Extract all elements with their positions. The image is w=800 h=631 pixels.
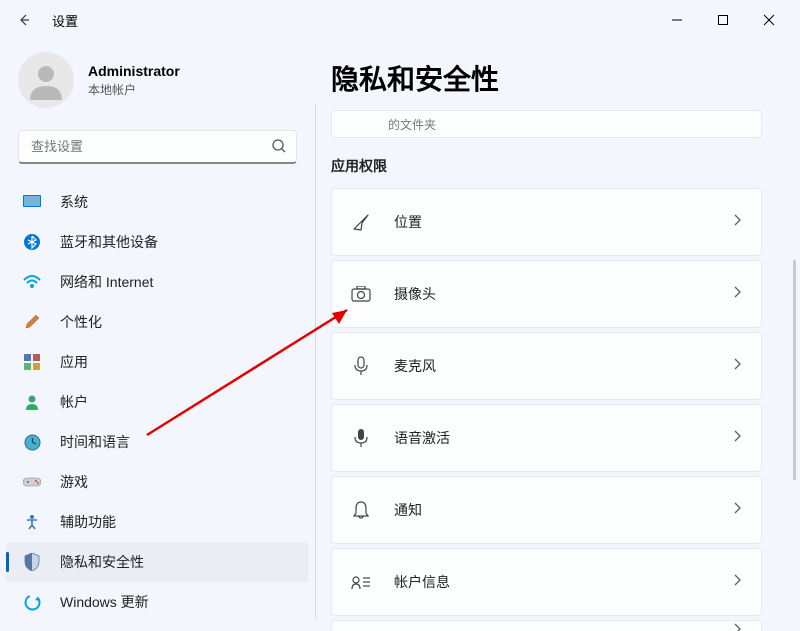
- arrow-left-icon: [16, 12, 32, 28]
- permission-label: 摄像头: [394, 284, 711, 304]
- sidebar: Administrator 本地帐户 系统 蓝牙和其他设备 网络和 Intern…: [0, 40, 315, 631]
- permission-camera[interactable]: 摄像头: [331, 260, 762, 328]
- chevron-right-icon: [733, 501, 741, 519]
- window-controls: [654, 4, 792, 36]
- sidebar-item-time[interactable]: 时间和语言: [0, 422, 315, 462]
- microphone-icon: [350, 355, 372, 377]
- permission-label: 位置: [394, 212, 711, 232]
- maximize-icon: [717, 14, 729, 26]
- sidebar-item-label: 网络和 Internet: [60, 272, 153, 292]
- sidebar-item-accounts[interactable]: 帐户: [0, 382, 315, 422]
- permission-label: 麦克风: [394, 356, 711, 376]
- clock-icon: [22, 432, 42, 452]
- search-input[interactable]: [18, 130, 297, 164]
- crumb-card[interactable]: 的文件夹: [331, 110, 762, 138]
- sidebar-item-bluetooth[interactable]: 蓝牙和其他设备: [0, 222, 315, 262]
- brush-icon: [22, 312, 42, 332]
- permission-label: 语音激活: [394, 428, 711, 448]
- sidebar-item-label: 时间和语言: [60, 432, 130, 452]
- minimize-button[interactable]: [654, 4, 700, 36]
- permission-label: 帐户信息: [394, 572, 711, 592]
- back-button[interactable]: [8, 4, 40, 36]
- sidebar-item-personalization[interactable]: 个性化: [0, 302, 315, 342]
- account-info-icon: [350, 571, 372, 593]
- titlebar: 设置: [0, 0, 800, 40]
- close-button[interactable]: [746, 4, 792, 36]
- voice-icon: [350, 427, 372, 449]
- sidebar-item-update[interactable]: Windows 更新: [0, 582, 315, 622]
- sidebar-item-system[interactable]: 系统: [0, 182, 315, 222]
- avatar: [18, 52, 74, 108]
- section-title: 应用权限: [331, 156, 790, 176]
- profile-block[interactable]: Administrator 本地帐户: [0, 44, 315, 130]
- sidebar-item-label: 应用: [60, 352, 88, 372]
- permission-list: 位置 摄像头 麦克风 语音激活 通知: [325, 188, 790, 631]
- sidebar-item-label: 系统: [60, 192, 88, 212]
- window-title: 设置: [52, 11, 78, 30]
- permission-label: 通知: [394, 500, 711, 520]
- minimize-icon: [671, 14, 683, 26]
- page-heading: 隐私和安全性: [325, 58, 790, 98]
- search-box: [18, 130, 297, 164]
- profile-type: 本地帐户: [88, 81, 180, 98]
- permission-next[interactable]: [331, 620, 762, 631]
- camera-icon: [350, 283, 372, 305]
- sidebar-item-network[interactable]: 网络和 Internet: [0, 262, 315, 302]
- maximize-button[interactable]: [700, 4, 746, 36]
- person-icon: [22, 392, 42, 412]
- person-icon: [26, 60, 66, 100]
- location-icon: [350, 211, 372, 233]
- search-icon: [271, 138, 287, 159]
- sidebar-item-label: 帐户: [60, 392, 88, 412]
- permission-notifications[interactable]: 通知: [331, 476, 762, 544]
- chevron-right-icon: [733, 622, 741, 631]
- apps-icon: [22, 352, 42, 372]
- chevron-right-icon: [733, 573, 741, 591]
- close-icon: [763, 14, 775, 26]
- divider: [315, 104, 316, 619]
- profile-name: Administrator: [88, 63, 180, 79]
- bluetooth-icon: [22, 232, 42, 252]
- sidebar-item-label: 蓝牙和其他设备: [60, 232, 158, 252]
- permission-location[interactable]: 位置: [331, 188, 762, 256]
- update-icon: [22, 592, 42, 612]
- crumb-text: 的文件夹: [388, 116, 436, 133]
- game-icon: [22, 472, 42, 492]
- scrollbar[interactable]: [793, 260, 796, 480]
- chevron-right-icon: [733, 213, 741, 231]
- sidebar-item-label: 游戏: [60, 472, 88, 492]
- sidebar-item-gaming[interactable]: 游戏: [0, 462, 315, 502]
- wifi-icon: [22, 272, 42, 292]
- chevron-right-icon: [733, 357, 741, 375]
- accessibility-icon: [22, 512, 42, 532]
- shield-icon: [22, 552, 42, 572]
- sidebar-item-label: 辅助功能: [60, 512, 116, 532]
- chevron-right-icon: [733, 285, 741, 303]
- content-pane: 隐私和安全性 的文件夹 应用权限 位置 摄像头 麦克风 语音激活: [315, 40, 800, 631]
- sidebar-item-label: 个性化: [60, 312, 102, 332]
- sidebar-item-label: Windows 更新: [60, 592, 149, 612]
- sidebar-item-privacy[interactable]: 隐私和安全性: [6, 542, 309, 582]
- permission-account-info[interactable]: 帐户信息: [331, 548, 762, 616]
- display-icon: [22, 192, 42, 212]
- chevron-right-icon: [733, 429, 741, 447]
- permission-microphone[interactable]: 麦克风: [331, 332, 762, 400]
- nav-list: 系统 蓝牙和其他设备 网络和 Internet 个性化 应用 帐户: [0, 182, 315, 622]
- permission-voice[interactable]: 语音激活: [331, 404, 762, 472]
- sidebar-item-accessibility[interactable]: 辅助功能: [0, 502, 315, 542]
- sidebar-item-apps[interactable]: 应用: [0, 342, 315, 382]
- bell-icon: [350, 499, 372, 521]
- sidebar-item-label: 隐私和安全性: [60, 552, 144, 572]
